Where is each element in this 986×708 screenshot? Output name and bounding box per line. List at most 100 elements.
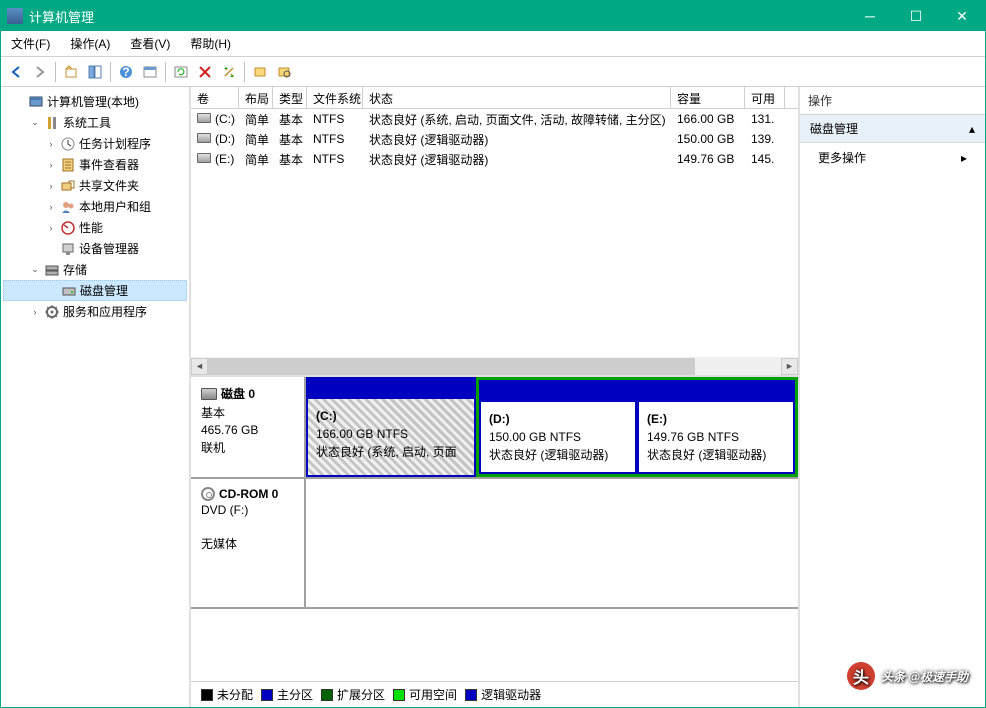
- disk-type: 基本: [201, 404, 294, 421]
- tree-label: 磁盘管理: [80, 282, 128, 299]
- tree-toggle-icon[interactable]: ›: [29, 307, 41, 317]
- more-actions[interactable]: 更多操作 ▸: [800, 143, 985, 172]
- col-header[interactable]: 可用: [745, 87, 785, 108]
- disk-size: 465.76 GB: [201, 423, 294, 437]
- cdrom-state: 无媒体: [201, 535, 294, 552]
- cdrom-info: CD-ROM 0 DVD (F:) 无媒体: [191, 479, 306, 607]
- actions-sub-label: 磁盘管理: [810, 120, 858, 137]
- actions-header: 操作: [800, 87, 985, 115]
- show-hide-button[interactable]: [84, 61, 106, 83]
- tree-item-share[interactable]: › 共享文件夹: [3, 175, 187, 196]
- partition-(E:)[interactable]: (E:)149.76 GB NTFS状态良好 (逻辑驱动器): [637, 380, 795, 474]
- list-button[interactable]: [249, 61, 271, 83]
- partitions-container: (C:)166.00 GB NTFS状态良好 (系统, 启动, 页面(D:)15…: [306, 377, 798, 477]
- volume-header-row: 卷布局类型文件系统状态容量可用: [191, 87, 798, 109]
- volume-cell: 139.: [745, 130, 785, 148]
- detail-button[interactable]: [273, 61, 295, 83]
- menu-bar: 文件(F) 操作(A) 查看(V) 帮助(H): [1, 31, 985, 57]
- partition-(D:)[interactable]: (D:)150.00 GB NTFS状态良好 (逻辑驱动器): [479, 380, 637, 474]
- tree-toggle-icon[interactable]: ⌄: [29, 117, 41, 128]
- legend-item: 逻辑驱动器: [465, 686, 541, 703]
- col-header[interactable]: 文件系统: [307, 87, 363, 108]
- partition-c[interactable]: (C:)166.00 GB NTFS状态良好 (系统, 启动, 页面: [306, 377, 476, 477]
- tree-item-dev[interactable]: 设备管理器: [3, 238, 187, 259]
- tree-item-perf[interactable]: › 性能: [3, 217, 187, 238]
- menu-help[interactable]: 帮助(H): [180, 31, 241, 56]
- volume-cell: 简单: [239, 149, 273, 170]
- users-icon: [60, 199, 76, 215]
- volume-cell: 基本: [273, 129, 307, 150]
- arrow-right-icon: ▸: [961, 151, 967, 165]
- col-header[interactable]: 卷: [191, 87, 239, 108]
- disk-icon: [61, 283, 77, 299]
- view-button[interactable]: [139, 61, 161, 83]
- scroll-right-button[interactable]: ►: [781, 358, 798, 375]
- up-button[interactable]: [60, 61, 82, 83]
- disk-row-0[interactable]: 磁盘 0 基本 465.76 GB 联机 (C:)166.00 GB NTFS状…: [191, 377, 798, 479]
- menu-file[interactable]: 文件(F): [1, 31, 60, 56]
- tree-label: 服务和应用程序: [63, 303, 147, 320]
- menu-view[interactable]: 查看(V): [120, 31, 180, 56]
- refresh-button[interactable]: [170, 61, 192, 83]
- tree-item-disk[interactable]: 磁盘管理: [3, 280, 187, 301]
- tree-label: 存储: [63, 261, 87, 278]
- tree-toggle-icon[interactable]: ›: [45, 223, 57, 233]
- tree-item-mgr[interactable]: 计算机管理(本地): [3, 91, 187, 112]
- delete-button[interactable]: [194, 61, 216, 83]
- scroll-thumb[interactable]: [208, 358, 695, 375]
- volume-cell: 150.00 GB: [671, 130, 745, 148]
- volume-cell: 基本: [273, 109, 307, 130]
- scroll-left-button[interactable]: ◄: [191, 358, 208, 375]
- col-header[interactable]: 容量: [671, 87, 745, 108]
- maximize-button[interactable]: ☐: [893, 1, 939, 31]
- tree-item-svc[interactable]: › 服务和应用程序: [3, 301, 187, 322]
- volume-row[interactable]: (D:)简单基本NTFS状态良好 (逻辑驱动器)150.00 GB139.: [191, 129, 798, 149]
- tree-item-event[interactable]: ›事件查看器: [3, 154, 187, 175]
- tree-toggle-icon[interactable]: ›: [45, 181, 57, 191]
- tree-label: 设备管理器: [79, 240, 139, 257]
- minimize-button[interactable]: ─: [847, 1, 893, 31]
- scroll-track[interactable]: [208, 358, 781, 375]
- col-header[interactable]: 布局: [239, 87, 273, 108]
- forward-button[interactable]: [29, 61, 51, 83]
- volume-cell: 基本: [273, 149, 307, 170]
- properties-button[interactable]: [218, 61, 240, 83]
- task-icon: [60, 136, 76, 152]
- volume-row[interactable]: (C:)简单基本NTFS状态良好 (系统, 启动, 页面文件, 活动, 故障转储…: [191, 109, 798, 129]
- cd-icon: [201, 487, 215, 501]
- legend: 未分配主分区扩展分区可用空间逻辑驱动器: [191, 681, 798, 707]
- tree-item-task[interactable]: ›任务计划程序: [3, 133, 187, 154]
- tree-toggle-icon[interactable]: ⌄: [29, 264, 41, 275]
- tree-label: 共享文件夹: [79, 177, 139, 194]
- help-button[interactable]: ?: [115, 61, 137, 83]
- volume-cell: 131.: [745, 110, 785, 128]
- disk-state: 联机: [201, 439, 294, 456]
- horizontal-scrollbar[interactable]: ◄ ►: [191, 357, 798, 375]
- volume-cell: 简单: [239, 109, 273, 130]
- tree-toggle-icon[interactable]: ›: [45, 160, 57, 170]
- volume-cell: NTFS: [307, 150, 363, 168]
- back-button[interactable]: [5, 61, 27, 83]
- volume-body[interactable]: (C:)简单基本NTFS状态良好 (系统, 启动, 页面文件, 活动, 故障转储…: [191, 109, 798, 357]
- volume-cell: 166.00 GB: [671, 110, 745, 128]
- share-icon: [60, 178, 76, 194]
- close-button[interactable]: ✕: [939, 1, 985, 31]
- cdrom-row[interactable]: CD-ROM 0 DVD (F:) 无媒体: [191, 479, 798, 609]
- actions-subheader[interactable]: 磁盘管理 ▴: [800, 115, 985, 143]
- tree-item-tools[interactable]: ⌄ 系统工具: [3, 112, 187, 133]
- tree-item-users[interactable]: ›本地用户和组: [3, 196, 187, 217]
- col-header[interactable]: 状态: [363, 87, 671, 108]
- tree-item-storage[interactable]: ⌄ 存储: [3, 259, 187, 280]
- col-header[interactable]: 类型: [273, 87, 307, 108]
- tree-label: 计算机管理(本地): [47, 93, 139, 110]
- menu-action[interactable]: 操作(A): [60, 31, 120, 56]
- disk-graphic-panel: 磁盘 0 基本 465.76 GB 联机 (C:)166.00 GB NTFS状…: [191, 377, 798, 681]
- tree-label: 系统工具: [63, 114, 111, 131]
- tree-toggle-icon[interactable]: ›: [45, 139, 57, 149]
- navigation-tree[interactable]: 计算机管理(本地)⌄系统工具›任务计划程序›事件查看器›共享文件夹›本地用户和组…: [1, 87, 191, 707]
- tree-toggle-icon[interactable]: ›: [45, 202, 57, 212]
- volume-cell: 149.76 GB: [671, 150, 745, 168]
- tree-label: 性能: [79, 219, 103, 236]
- volume-row[interactable]: (E:)简单基本NTFS状态良好 (逻辑驱动器)149.76 GB145.: [191, 149, 798, 169]
- svg-text:?: ?: [122, 65, 129, 79]
